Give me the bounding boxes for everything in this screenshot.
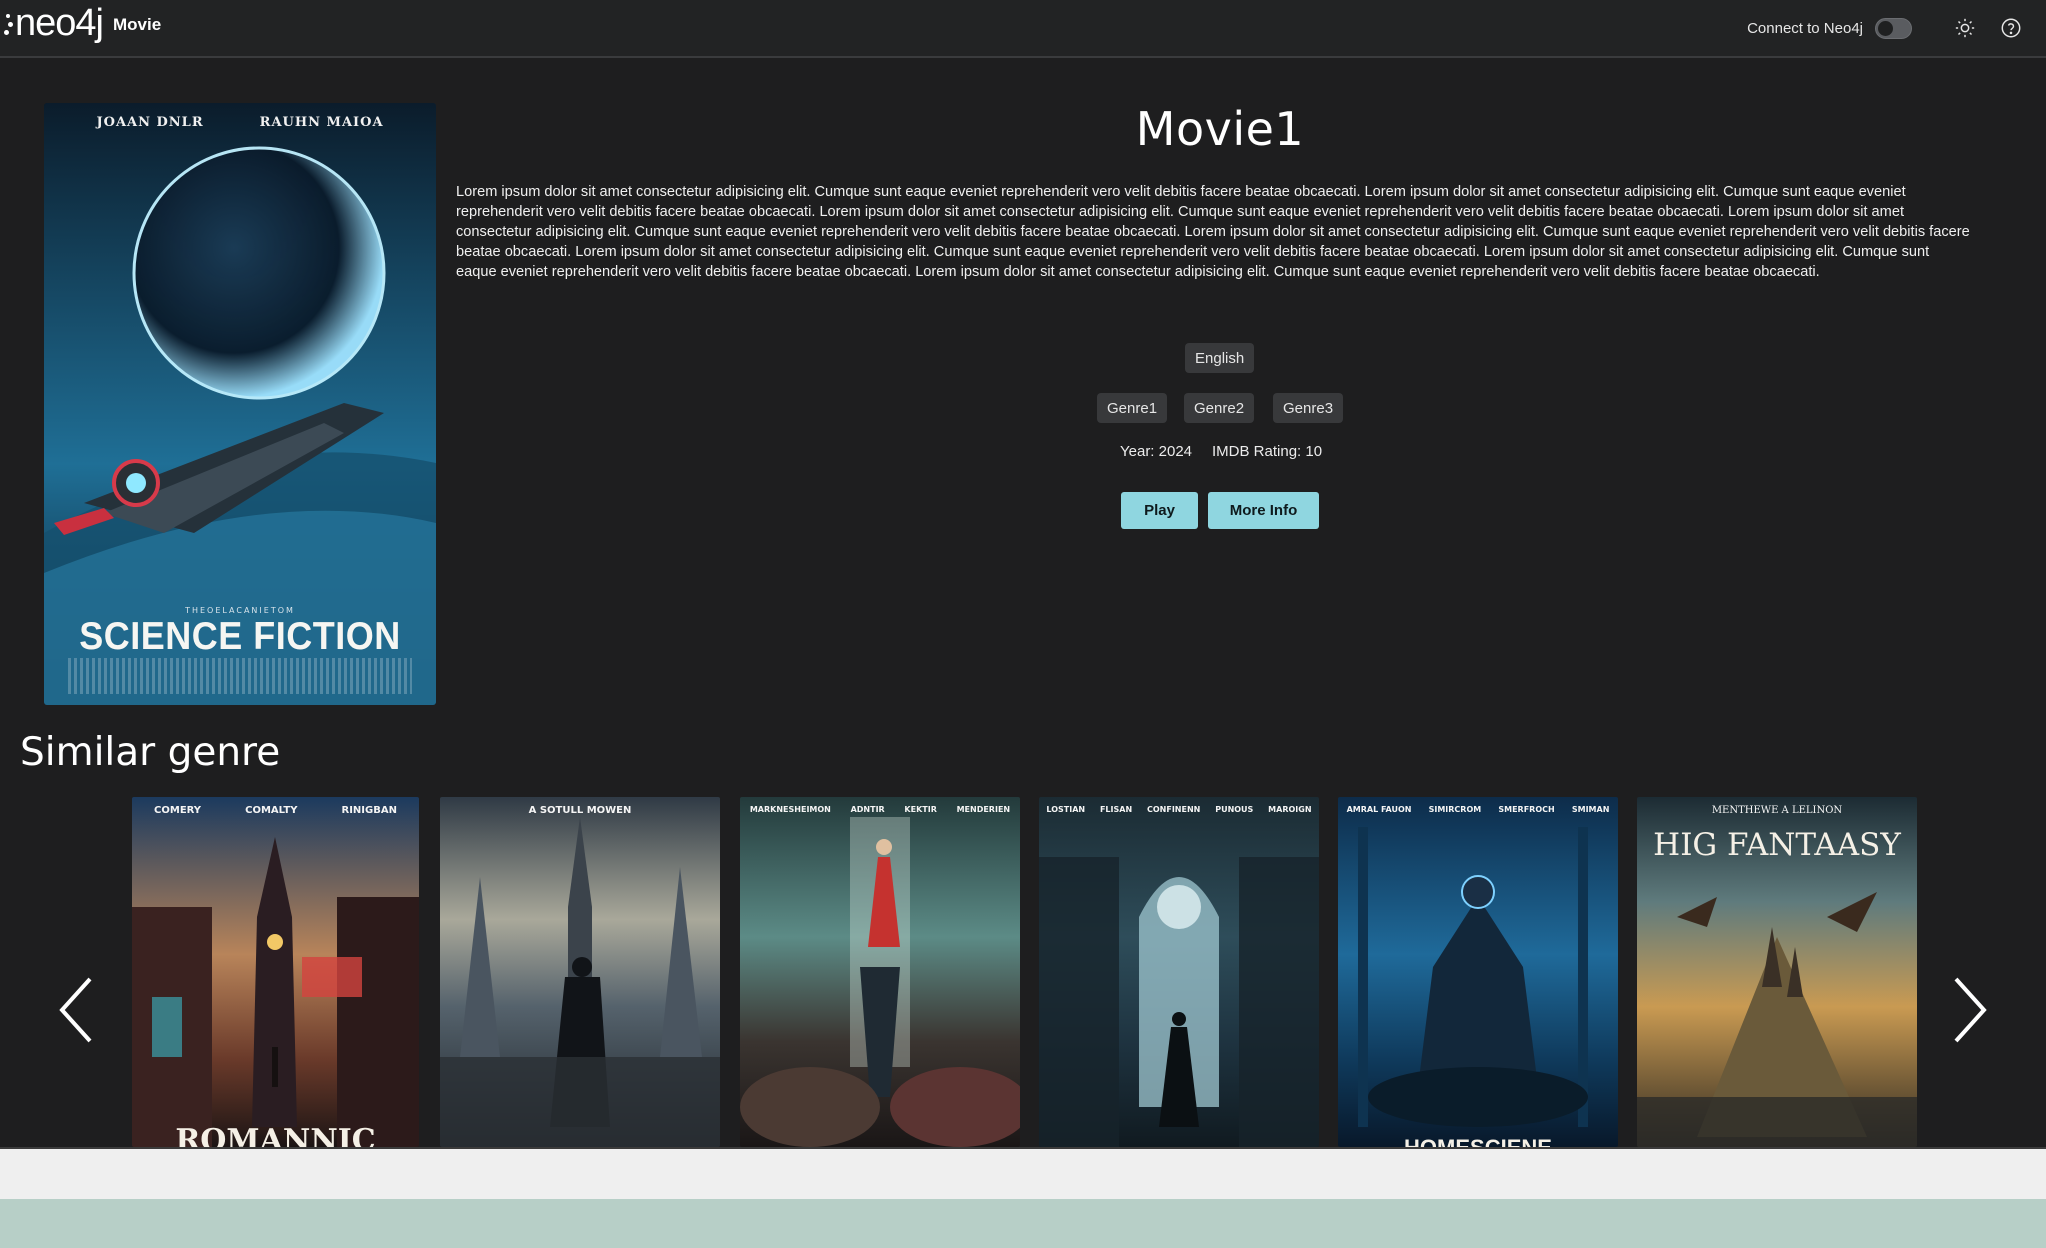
movie-card-credits: A SOTULL MOWEN	[528, 805, 632, 816]
similar-movie-card-2[interactable]: A SOTULL MOWEN	[440, 797, 720, 1147]
movie-title: Movie1	[1135, 102, 1305, 156]
movie-card-credits: COMERY COMALTY RINIGBAN	[154, 805, 397, 816]
movie-description: Lorem ipsum dolor sit amet consectetur a…	[456, 184, 1970, 280]
similar-movie-card-5[interactable]: AMRAL FAUON SIMIRCROM SMERFROCH SMIMAN H…	[1338, 797, 1618, 1147]
movie-card-artwork	[132, 837, 419, 1147]
movie-card-title: ROMANNIC	[175, 1123, 376, 1147]
genre-badge-3[interactable]: Genre3	[1273, 393, 1344, 423]
movie-poster[interactable]: JOAAN DNLR RAUHN MAIOA THEOELACANIETOM S…	[44, 103, 436, 705]
more-info-button[interactable]: More Info	[1208, 492, 1319, 529]
language-badge: English	[1185, 343, 1255, 373]
similar-movie-card-4[interactable]: LOSTIAN FLISAN CONFINENN PUNOUS MAROIGN	[1039, 797, 1319, 1147]
movie-meta: Year: 2024 IMDB Rating: 10	[1120, 443, 1322, 460]
movie-card-artwork	[1358, 827, 1588, 1127]
movie-card-title: HOMESCIENE	[1338, 1135, 1618, 1147]
logo-dots-icon	[4, 10, 14, 36]
similar-movie-card-1[interactable]: COMERY COMALTY RINIGBAN ROMANNIC	[132, 797, 419, 1147]
sun-icon[interactable]	[1952, 15, 1978, 41]
connect-toggle[interactable]	[1875, 17, 1912, 39]
similar-movie-card-3[interactable]: MARKNESHEIMON ADNTIR KEKTIR MENDERIEN	[740, 797, 1020, 1147]
movie-card-title: HIG FANTAASY	[1653, 827, 1901, 863]
poster-credits: JOAAN DNLR RAUHN MAIOA	[96, 115, 384, 130]
logo-text: neo4j	[15, 2, 104, 44]
play-button[interactable]: Play	[1121, 492, 1198, 529]
neo4j-logo[interactable]: neo4j Movie	[4, 2, 162, 44]
year-label: Year: 2024	[1120, 443, 1193, 460]
movie-card-credits: MENTHEWE A LELINON	[1711, 805, 1843, 816]
poster-billing-block	[68, 658, 412, 694]
movie-card-credits: MARKNESHEIMON ADNTIR KEKTIR MENDERIEN	[749, 805, 1011, 814]
movie-card-artwork	[740, 817, 1020, 1147]
chevron-right-icon[interactable]	[1948, 975, 1992, 1045]
poster-title: SCIENCE FICTION	[79, 613, 401, 658]
genre-badge-1[interactable]: Genre1	[1097, 393, 1168, 423]
bottom-bar	[0, 1147, 2046, 1199]
similar-movie-card-6[interactable]: MENTHEWE A LELINON HIG FANTAASY	[1637, 797, 1917, 1147]
movie-card-credits: AMRAL FAUON SIMIRCROM SMERFROCH SMIMAN	[1346, 805, 1610, 814]
movie-card-credits: LOSTIAN FLISAN CONFINENN PUNOUS MAROIGN	[1046, 805, 1312, 814]
movie-card-artwork	[440, 817, 720, 1147]
movie-card-artwork	[1039, 857, 1319, 1147]
help-circle-icon[interactable]	[1998, 15, 2024, 41]
bottom-strip	[0, 1199, 2046, 1248]
app-name: Movie	[112, 15, 162, 34]
top-bar: neo4j Movie Connect to Neo4j	[0, 0, 2046, 58]
connect-label: Connect to Neo4j	[1747, 19, 1863, 37]
similar-genre-title: Similar genre	[20, 730, 281, 775]
genre-badge-2[interactable]: Genre2	[1184, 393, 1255, 423]
imdb-rating-label: IMDB Rating: 10	[1212, 443, 1323, 460]
chevron-left-icon[interactable]	[54, 975, 98, 1045]
